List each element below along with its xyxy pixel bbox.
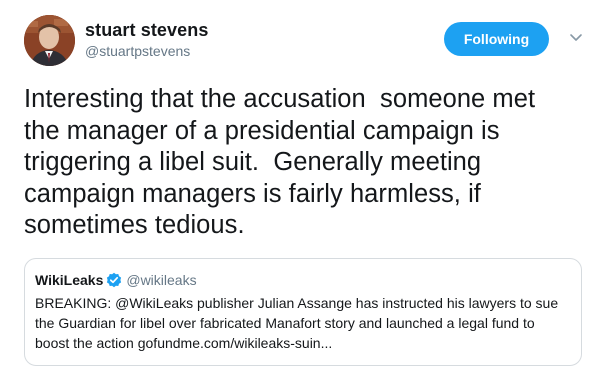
tweet-card: stuart stevens @stuartpstevens Following… [0, 0, 613, 377]
quoted-tweet-text: BREAKING: @WikiLeaks publisher Julian As… [35, 295, 559, 351]
tweet-text: Interesting that the accusation someone … [24, 85, 536, 239]
quoted-tweet-header: WikiLeaks @wikileaks [35, 271, 197, 289]
author-display-name[interactable]: stuart stevens [85, 19, 208, 41]
avatar[interactable] [24, 15, 75, 66]
quoted-handle: @wikileaks [126, 272, 197, 288]
following-button[interactable]: Following [444, 22, 549, 56]
author-names: stuart stevens @stuartpstevens [85, 19, 208, 61]
verified-badge-icon [106, 272, 122, 288]
tweet-header: stuart stevens @stuartpstevens Following [24, 15, 594, 67]
avatar-image [24, 15, 75, 66]
quoted-display-name: WikiLeaks [35, 272, 104, 288]
chevron-down-icon[interactable] [568, 29, 584, 45]
author-handle[interactable]: @stuartpstevens [85, 42, 208, 61]
quoted-tweet[interactable]: WikiLeaks @wikileaks BREAKING: @WikiLeak… [24, 258, 582, 366]
